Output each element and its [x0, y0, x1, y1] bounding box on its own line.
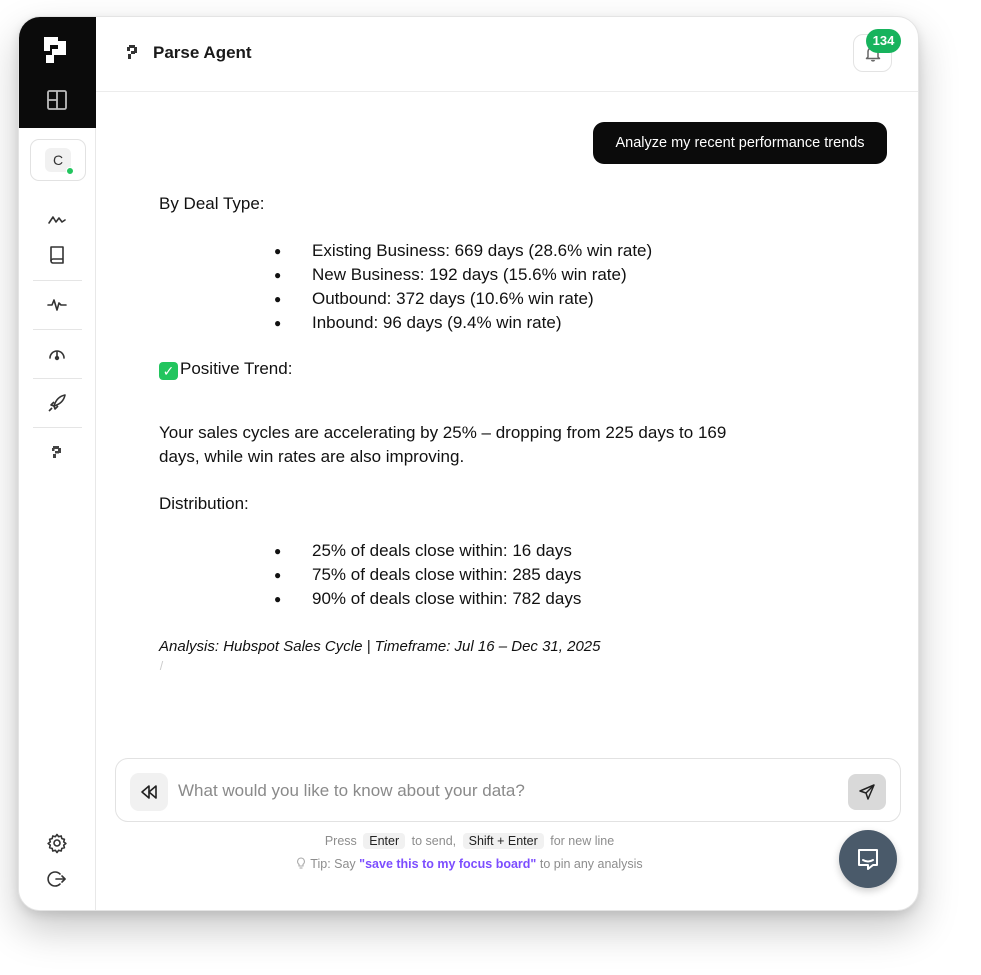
logout-icon[interactable]: [46, 868, 68, 890]
book-icon[interactable]: [46, 244, 68, 266]
send-button[interactable]: [848, 774, 886, 810]
trend-heading: Positive Trend:: [180, 359, 293, 378]
list-item: Outbound: 372 days (10.6% win rate): [274, 287, 652, 311]
list-item: 75% of deals close within: 285 days: [274, 563, 581, 587]
hint-text: to pin any analysis: [539, 857, 643, 871]
list-item: 90% of deals close within: 782 days: [274, 587, 581, 611]
parse-logo-icon[interactable]: [44, 37, 70, 69]
layout-icon[interactable]: [46, 89, 68, 111]
sidebar-divider: [33, 280, 82, 281]
sidebar-brand-area: [19, 17, 96, 128]
parse-logo-icon[interactable]: [46, 441, 68, 463]
rewind-button[interactable]: [130, 773, 168, 811]
cursor-mark: [159, 661, 164, 670]
sidebar-divider: [33, 378, 82, 379]
top-header: Parse Agent 134: [96, 17, 918, 92]
pulse-icon[interactable]: [46, 294, 68, 316]
trend-heading-row: ✓ Positive Trend:: [159, 359, 292, 380]
deal-type-list: Existing Business: 669 days (28.6% win r…: [274, 239, 652, 335]
deal-type-heading: By Deal Type:: [159, 194, 265, 213]
hint-text: for new line: [550, 834, 615, 848]
hint-text: Tip: Say: [310, 857, 356, 871]
distribution-heading: Distribution:: [159, 494, 249, 513]
shift-enter-key: Shift + Enter: [462, 833, 544, 849]
list-item: New Business: 192 days (15.6% win rate): [274, 263, 652, 287]
send-icon: [859, 784, 875, 800]
help-chat-button[interactable]: [839, 830, 897, 888]
keyboard-hint: Press Enter to send, Shift + Enter for n…: [19, 833, 918, 849]
user-message-bubble: Analyze my recent performance trends: [593, 122, 887, 164]
analysis-source-note: Analysis: Hubspot Sales Cycle | Timefram…: [159, 638, 601, 655]
chat-input-box: [115, 758, 901, 822]
page-title: Parse Agent: [153, 43, 252, 62]
trend-text: Your sales cycles are accelerating by 25…: [159, 423, 727, 466]
activity-icon[interactable]: [46, 209, 68, 231]
hint-text: Press: [324, 834, 357, 848]
parse-logo-icon: [127, 45, 137, 59]
notification-count-badge: 134: [866, 29, 901, 53]
check-mark-icon: ✓: [159, 362, 178, 380]
gauge-icon[interactable]: [46, 343, 68, 365]
rocket-icon[interactable]: [46, 392, 68, 414]
distribution-list: 25% of deals close within: 16 days 75% o…: [274, 539, 581, 611]
sidebar: C: [19, 17, 96, 910]
tip-phrase: "save this to my focus board": [359, 857, 537, 871]
chat-input[interactable]: [178, 775, 818, 807]
sidebar-divider: [33, 427, 82, 428]
user-profile-card[interactable]: C: [30, 139, 86, 181]
sidebar-divider: [33, 329, 82, 330]
online-status-dot: [66, 167, 74, 175]
rewind-icon: [141, 785, 157, 799]
enter-key: Enter: [363, 833, 406, 849]
list-item: Existing Business: 669 days (28.6% win r…: [274, 239, 652, 263]
list-item: 25% of deals close within: 16 days: [274, 539, 581, 563]
lightbulb-icon: [297, 857, 306, 869]
tip-hint: Tip: Say "save this to my focus board" t…: [19, 857, 918, 871]
hint-text: to send,: [411, 834, 457, 848]
list-item: Inbound: 96 days (9.4% win rate): [274, 311, 652, 335]
app-window: C Parse Agent 134 Analyze my recent perf…: [18, 16, 919, 911]
chat-bubble-icon: [858, 849, 878, 870]
